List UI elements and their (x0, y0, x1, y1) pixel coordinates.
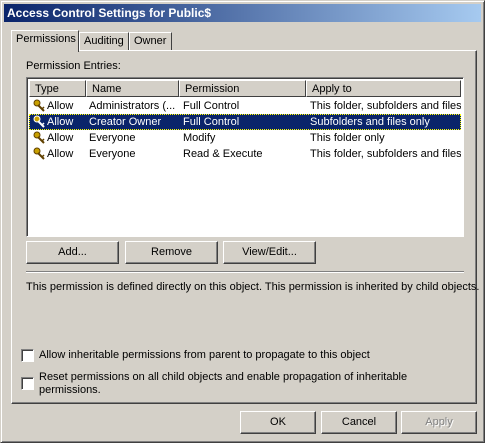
cell-permission: Full Control (183, 116, 240, 128)
key-user-icon (33, 147, 45, 160)
column-header-apply-to[interactable]: Apply to (306, 80, 461, 97)
view-edit-button[interactable]: View/Edit... (223, 241, 316, 264)
column-header-permission[interactable]: Permission (179, 80, 306, 97)
column-header-name[interactable]: Name (86, 80, 179, 97)
separator (26, 271, 464, 273)
cancel-button[interactable]: Cancel (321, 411, 397, 434)
permission-description: This permission is defined directly on t… (26, 281, 480, 293)
window-title: Access Control Settings for Public$ (7, 6, 212, 20)
access-control-dialog: Access Control Settings for Public$ Perm… (0, 0, 485, 443)
remove-button[interactable]: Remove (125, 241, 218, 264)
cell-type: Allow (47, 148, 74, 160)
reset-permissions-label-line2[interactable]: permissions. (39, 384, 101, 396)
permission-row[interactable]: Allow Administrators (... Full Control T… (29, 98, 461, 114)
cell-type: Allow (47, 132, 74, 144)
reset-permissions-checkbox[interactable] (21, 377, 34, 390)
cell-apply-to: This folder only (310, 132, 385, 144)
permission-entries-label: Permission Entries: (26, 60, 121, 72)
permission-row-selected[interactable]: Allow Creator Owner Full Control Subfold… (29, 114, 461, 130)
permission-row[interactable]: Allow Everyone Read & Execute This folde… (29, 146, 461, 162)
title-bar[interactable]: Access Control Settings for Public$ (4, 4, 481, 22)
allow-inheritable-checkbox[interactable] (21, 349, 34, 362)
cell-apply-to: This folder, subfolders and files (310, 148, 461, 160)
permission-row[interactable]: Allow Everyone Modify This folder only (29, 130, 461, 146)
add-button[interactable]: Add... (26, 241, 119, 264)
cell-apply-to: This folder, subfolders and files (310, 100, 461, 112)
column-header-type[interactable]: Type (29, 80, 86, 97)
cell-name: Everyone (89, 148, 136, 160)
tab-owner[interactable]: Owner (129, 32, 172, 50)
allow-inheritable-label[interactable]: Allow inheritable permissions from paren… (39, 349, 370, 361)
cell-apply-to: Subfolders and files only (310, 116, 430, 128)
key-user-icon (33, 131, 45, 144)
tab-auditing[interactable]: Auditing (79, 32, 129, 50)
reset-permissions-label-line1[interactable]: Reset permissions on all child objects a… (39, 371, 407, 383)
cell-type: Allow (47, 116, 74, 128)
ok-button[interactable]: OK (240, 411, 316, 434)
cell-name: Creator Owner (89, 116, 162, 128)
cell-name: Administrators (... (89, 100, 176, 112)
cell-type: Allow (47, 100, 74, 112)
tab-permissions[interactable]: Permissions (11, 30, 79, 52)
cell-name: Everyone (89, 132, 136, 144)
key-user-icon (33, 115, 45, 128)
cell-permission: Read & Execute (183, 148, 263, 160)
key-user-icon (33, 99, 45, 112)
apply-button[interactable]: Apply (401, 411, 477, 434)
cell-permission: Full Control (183, 100, 240, 112)
cell-permission: Modify (183, 132, 216, 144)
permission-entries-list[interactable]: Type Name Permission Apply to Allow Admi… (26, 77, 464, 237)
